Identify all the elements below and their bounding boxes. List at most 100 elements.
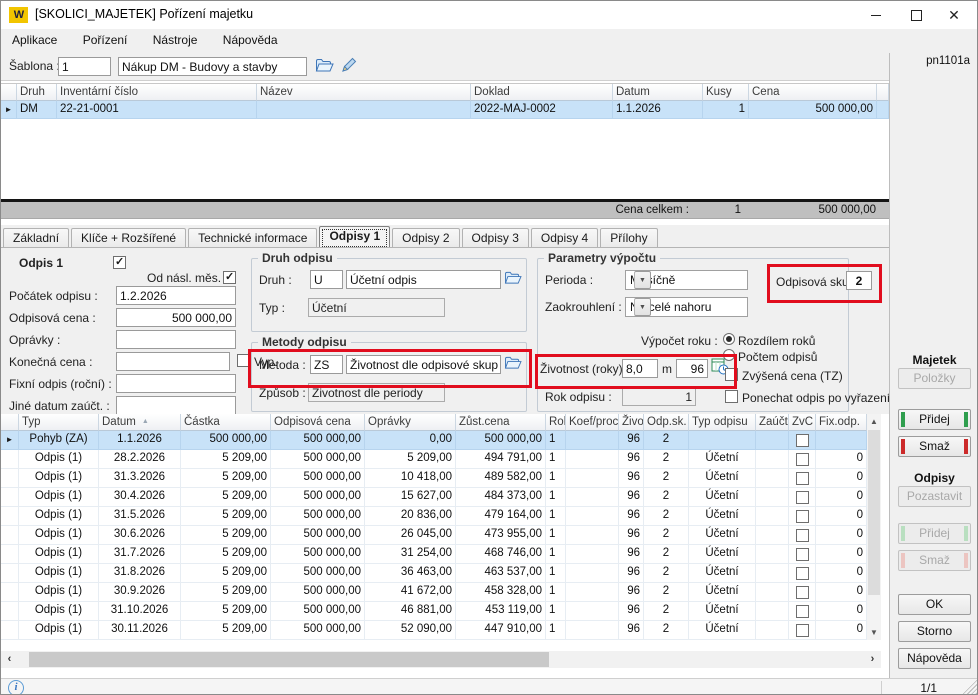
- scroll-down-icon[interactable]: ▼: [867, 625, 881, 640]
- column-header[interactable]: Datum: [613, 84, 703, 101]
- chevron-down-icon[interactable]: ▼: [634, 271, 651, 289]
- column-header[interactable]: Typ odpisu: [689, 414, 756, 431]
- column-header[interactable]: Kusy: [703, 84, 749, 101]
- odpisova-cena-input[interactable]: 500 000,00: [116, 308, 236, 327]
- minimize-button[interactable]: [859, 1, 893, 29]
- row-checkbox[interactable]: [796, 548, 809, 561]
- menu-nastroje[interactable]: Nástroje: [142, 29, 209, 51]
- grid-row[interactable]: Odpis (1)31.7.20265 209,00500 000,0031 2…: [1, 545, 867, 564]
- grid-row[interactable]: Odpis (1)31.5.20265 209,00500 000,0020 8…: [1, 507, 867, 526]
- chevron-down-icon[interactable]: ▼: [634, 298, 651, 316]
- odpisy-pridej-button[interactable]: Přidej: [898, 523, 971, 544]
- vyp-checkbox[interactable]: [237, 354, 250, 367]
- row-checkbox[interactable]: [796, 472, 809, 485]
- column-header[interactable]: Rok: [546, 414, 566, 431]
- row-checkbox[interactable]: [796, 624, 809, 637]
- menu-napoveda[interactable]: Nápověda: [212, 29, 289, 51]
- fixni-odpis-input[interactable]: [116, 374, 236, 393]
- column-header[interactable]: Odp.sk.: [644, 414, 689, 431]
- vertical-scrollbar[interactable]: ▲ ▼: [867, 414, 881, 640]
- column-header[interactable]: Typ: [19, 414, 99, 431]
- column-header[interactable]: Částka: [181, 414, 271, 431]
- odpis1-checkbox[interactable]: [113, 256, 126, 269]
- column-header[interactable]: Zůst.cena: [456, 414, 546, 431]
- row-checkbox[interactable]: [796, 453, 809, 466]
- pozastavit-button[interactable]: Pozastavit: [898, 486, 971, 507]
- row-checkbox[interactable]: [796, 434, 809, 447]
- column-header[interactable]: Odpisová cena: [271, 414, 365, 431]
- row-checkbox[interactable]: [796, 605, 809, 618]
- odpisova-skup-input[interactable]: 2: [846, 271, 872, 290]
- column-header[interactable]: Název: [257, 84, 471, 101]
- column-header[interactable]: Oprávky: [365, 414, 456, 431]
- druh-code-input[interactable]: U: [310, 270, 343, 289]
- scrollbar-thumb[interactable]: [29, 652, 549, 667]
- metoda-code-input[interactable]: ZS: [310, 355, 343, 374]
- column-header[interactable]: Doklad: [471, 84, 613, 101]
- zaokrouhleni-dropdown[interactable]: Na celé nahoru ▼: [625, 297, 748, 317]
- opravky-input[interactable]: [116, 330, 236, 349]
- konecna-cena-input[interactable]: [116, 352, 230, 371]
- grid-row[interactable]: Odpis (1)31.10.20265 209,00500 000,0046 …: [1, 602, 867, 621]
- template-number-input[interactable]: 1: [58, 57, 111, 76]
- pocatek-odpisu-input[interactable]: 1.2.2026: [116, 286, 236, 305]
- napoveda-button[interactable]: Nápověda: [898, 648, 971, 669]
- odpisy-smaz-button[interactable]: Smaž: [898, 550, 971, 571]
- resize-grip[interactable]: [962, 679, 977, 694]
- scroll-right-icon[interactable]: ›: [864, 651, 881, 668]
- edit-pencil-icon[interactable]: [341, 57, 361, 75]
- close-button[interactable]: ✕: [937, 1, 971, 29]
- column-header[interactable]: Druh: [17, 84, 57, 101]
- menu-aplikace[interactable]: Aplikace: [1, 29, 68, 51]
- scrollbar-thumb[interactable]: [868, 430, 880, 595]
- row-checkbox[interactable]: [796, 491, 809, 504]
- scroll-left-icon[interactable]: ‹: [1, 651, 18, 668]
- perioda-dropdown[interactable]: Měsíčně ▼: [625, 270, 748, 290]
- zivotnost-mesice-input[interactable]: 96: [676, 359, 708, 378]
- column-header[interactable]: Koef/proc: [566, 414, 619, 431]
- grid-row[interactable]: Odpis (1)30.11.20265 209,00500 000,0052 …: [1, 621, 867, 640]
- column-header[interactable]: [877, 84, 889, 101]
- maximize-button[interactable]: [899, 1, 933, 29]
- scroll-up-icon[interactable]: ▲: [867, 414, 881, 429]
- grid-row[interactable]: Odpis (1)31.8.20265 209,00500 000,0036 4…: [1, 564, 867, 583]
- metoda-name-input[interactable]: Životnost dle odpisové skup: [346, 355, 501, 374]
- column-header[interactable]: Život.: [619, 414, 644, 431]
- jine-datum-input[interactable]: [116, 396, 236, 415]
- column-header[interactable]: Fix.odp.: [816, 414, 867, 431]
- druh-name-input[interactable]: Účetní odpis: [346, 270, 501, 289]
- grid-row[interactable]: Odpis (1)31.3.20265 209,00500 000,0010 4…: [1, 469, 867, 488]
- column-header[interactable]: Cena: [749, 84, 877, 101]
- grid-row[interactable]: ►Pohyb (ZA)1.1.2026500 000,00500 000,000…: [1, 431, 867, 450]
- column-header[interactable]: ZvC: [789, 414, 816, 431]
- column-header[interactable]: Zaúčt.: [756, 414, 789, 431]
- menu-porizeni[interactable]: Pořízení: [72, 29, 139, 51]
- ponechat-odpis-checkbox[interactable]: [725, 390, 738, 403]
- column-header[interactable]: Datum▲: [99, 414, 181, 431]
- row-checkbox[interactable]: [796, 510, 809, 523]
- grid-row[interactable]: Odpis (1)30.9.20265 209,00500 000,0041 6…: [1, 583, 867, 602]
- grid-row[interactable]: ►DM22-21-00012022-MAJ-00021.1.20261500 0…: [1, 101, 889, 119]
- grid-row[interactable]: Odpis (1)30.4.20265 209,00500 000,0015 6…: [1, 488, 867, 507]
- storno-button[interactable]: Storno: [898, 621, 971, 642]
- druh-folder-icon[interactable]: [504, 270, 524, 288]
- zivotnost-roky-input[interactable]: 8,0: [622, 359, 658, 378]
- majetek-pridej-button[interactable]: Přidej: [898, 409, 971, 430]
- row-checkbox[interactable]: [796, 529, 809, 542]
- polozky-button[interactable]: Položky: [898, 368, 971, 389]
- od-nasl-mes-checkbox[interactable]: [223, 271, 236, 284]
- open-folder-icon[interactable]: [315, 57, 335, 75]
- grid-row[interactable]: Odpis (1)28.2.20265 209,00500 000,005 20…: [1, 450, 867, 469]
- grid-row[interactable]: Odpis (1)30.6.20265 209,00500 000,0026 0…: [1, 526, 867, 545]
- zvysena-cena-checkbox[interactable]: [725, 368, 738, 381]
- info-icon[interactable]: i: [8, 680, 24, 695]
- horizontal-scrollbar[interactable]: ‹ ›: [1, 651, 881, 668]
- radio-rozdilem-roku[interactable]: [723, 333, 735, 345]
- ok-button[interactable]: OK: [898, 594, 971, 615]
- column-header[interactable]: Inventární číslo: [57, 84, 257, 101]
- metoda-folder-icon[interactable]: [504, 355, 524, 373]
- template-name-input[interactable]: Nákup DM - Budovy a stavby: [118, 57, 307, 76]
- row-checkbox[interactable]: [796, 586, 809, 599]
- majetek-smaz-button[interactable]: Smaž: [898, 436, 971, 457]
- row-checkbox[interactable]: [796, 567, 809, 580]
